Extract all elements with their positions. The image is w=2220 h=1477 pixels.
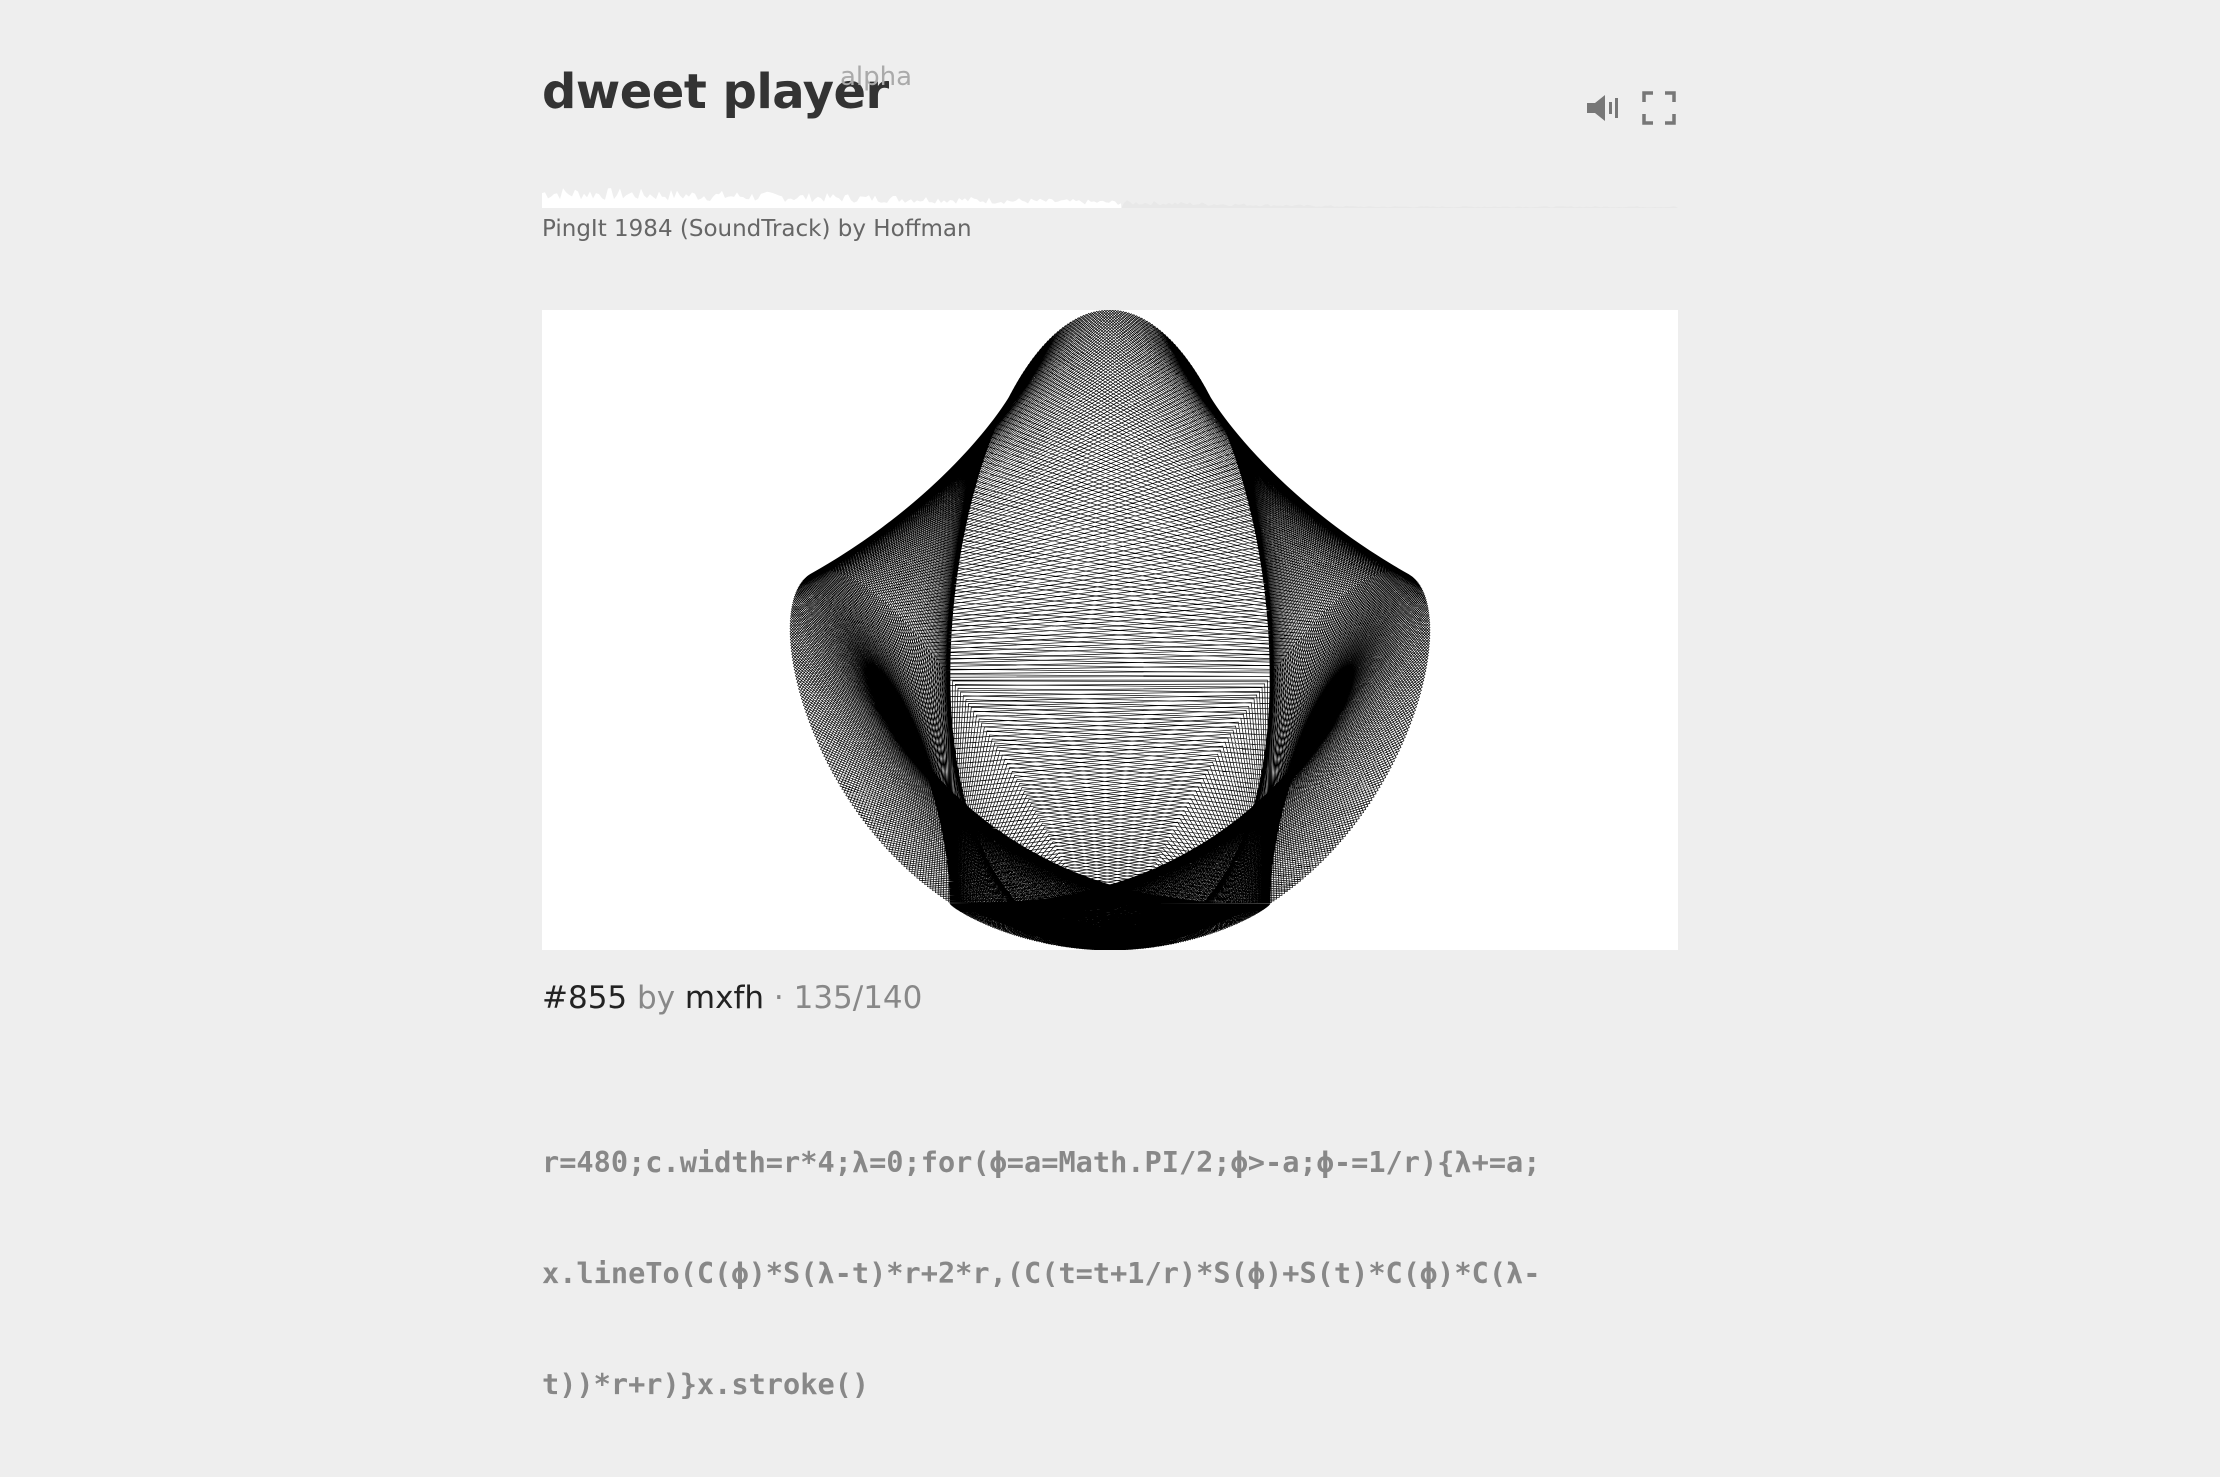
by-label: by <box>637 980 676 1016</box>
dweet-id-link[interactable]: #855 <box>542 980 627 1016</box>
fullscreen-icon <box>1642 91 1676 125</box>
audio-waveform-progress[interactable] <box>542 178 1678 210</box>
char-count: 135/140 <box>793 980 923 1016</box>
code-line: r=480;c.width=r*4;λ=0;for(ϕ=a=Math.PI/2;… <box>542 1145 1541 1179</box>
track-info: PingIt 1984 (SoundTrack) by Hoffman <box>542 216 972 242</box>
code-line: x.lineTo(C(ϕ)*S(λ-t)*r+2*r,(C(t=t+1/r)*S… <box>542 1256 1541 1290</box>
dweet-player: dweet player alpha PingIt 1984 (SoundTra… <box>542 0 1678 1401</box>
artwork-stroke <box>789 310 1431 950</box>
waveform-remaining <box>1121 200 1678 208</box>
header: dweet player alpha <box>542 58 1678 128</box>
dweet-code: r=480;c.width=r*4;λ=0;for(ϕ=a=Math.PI/2;… <box>542 1070 1678 1477</box>
alpha-badge: alpha <box>840 62 913 92</box>
player-controls <box>1584 88 1678 128</box>
meta-separator: · <box>773 980 784 1016</box>
fullscreen-button[interactable] <box>1640 89 1678 127</box>
dweet-canvas[interactable] <box>542 310 1678 950</box>
mute-button[interactable] <box>1584 89 1622 127</box>
dweet-meta: #855 by mxfh · 135/140 <box>542 980 922 1016</box>
code-line: t))*r+r)}x.stroke() <box>542 1367 870 1401</box>
app-title: dweet player <box>542 64 889 120</box>
waveform-played <box>542 188 1122 208</box>
author-link[interactable]: mxfh <box>685 980 764 1016</box>
dweet-artwork <box>789 310 1431 950</box>
speaker-mute-icon <box>1587 95 1618 121</box>
